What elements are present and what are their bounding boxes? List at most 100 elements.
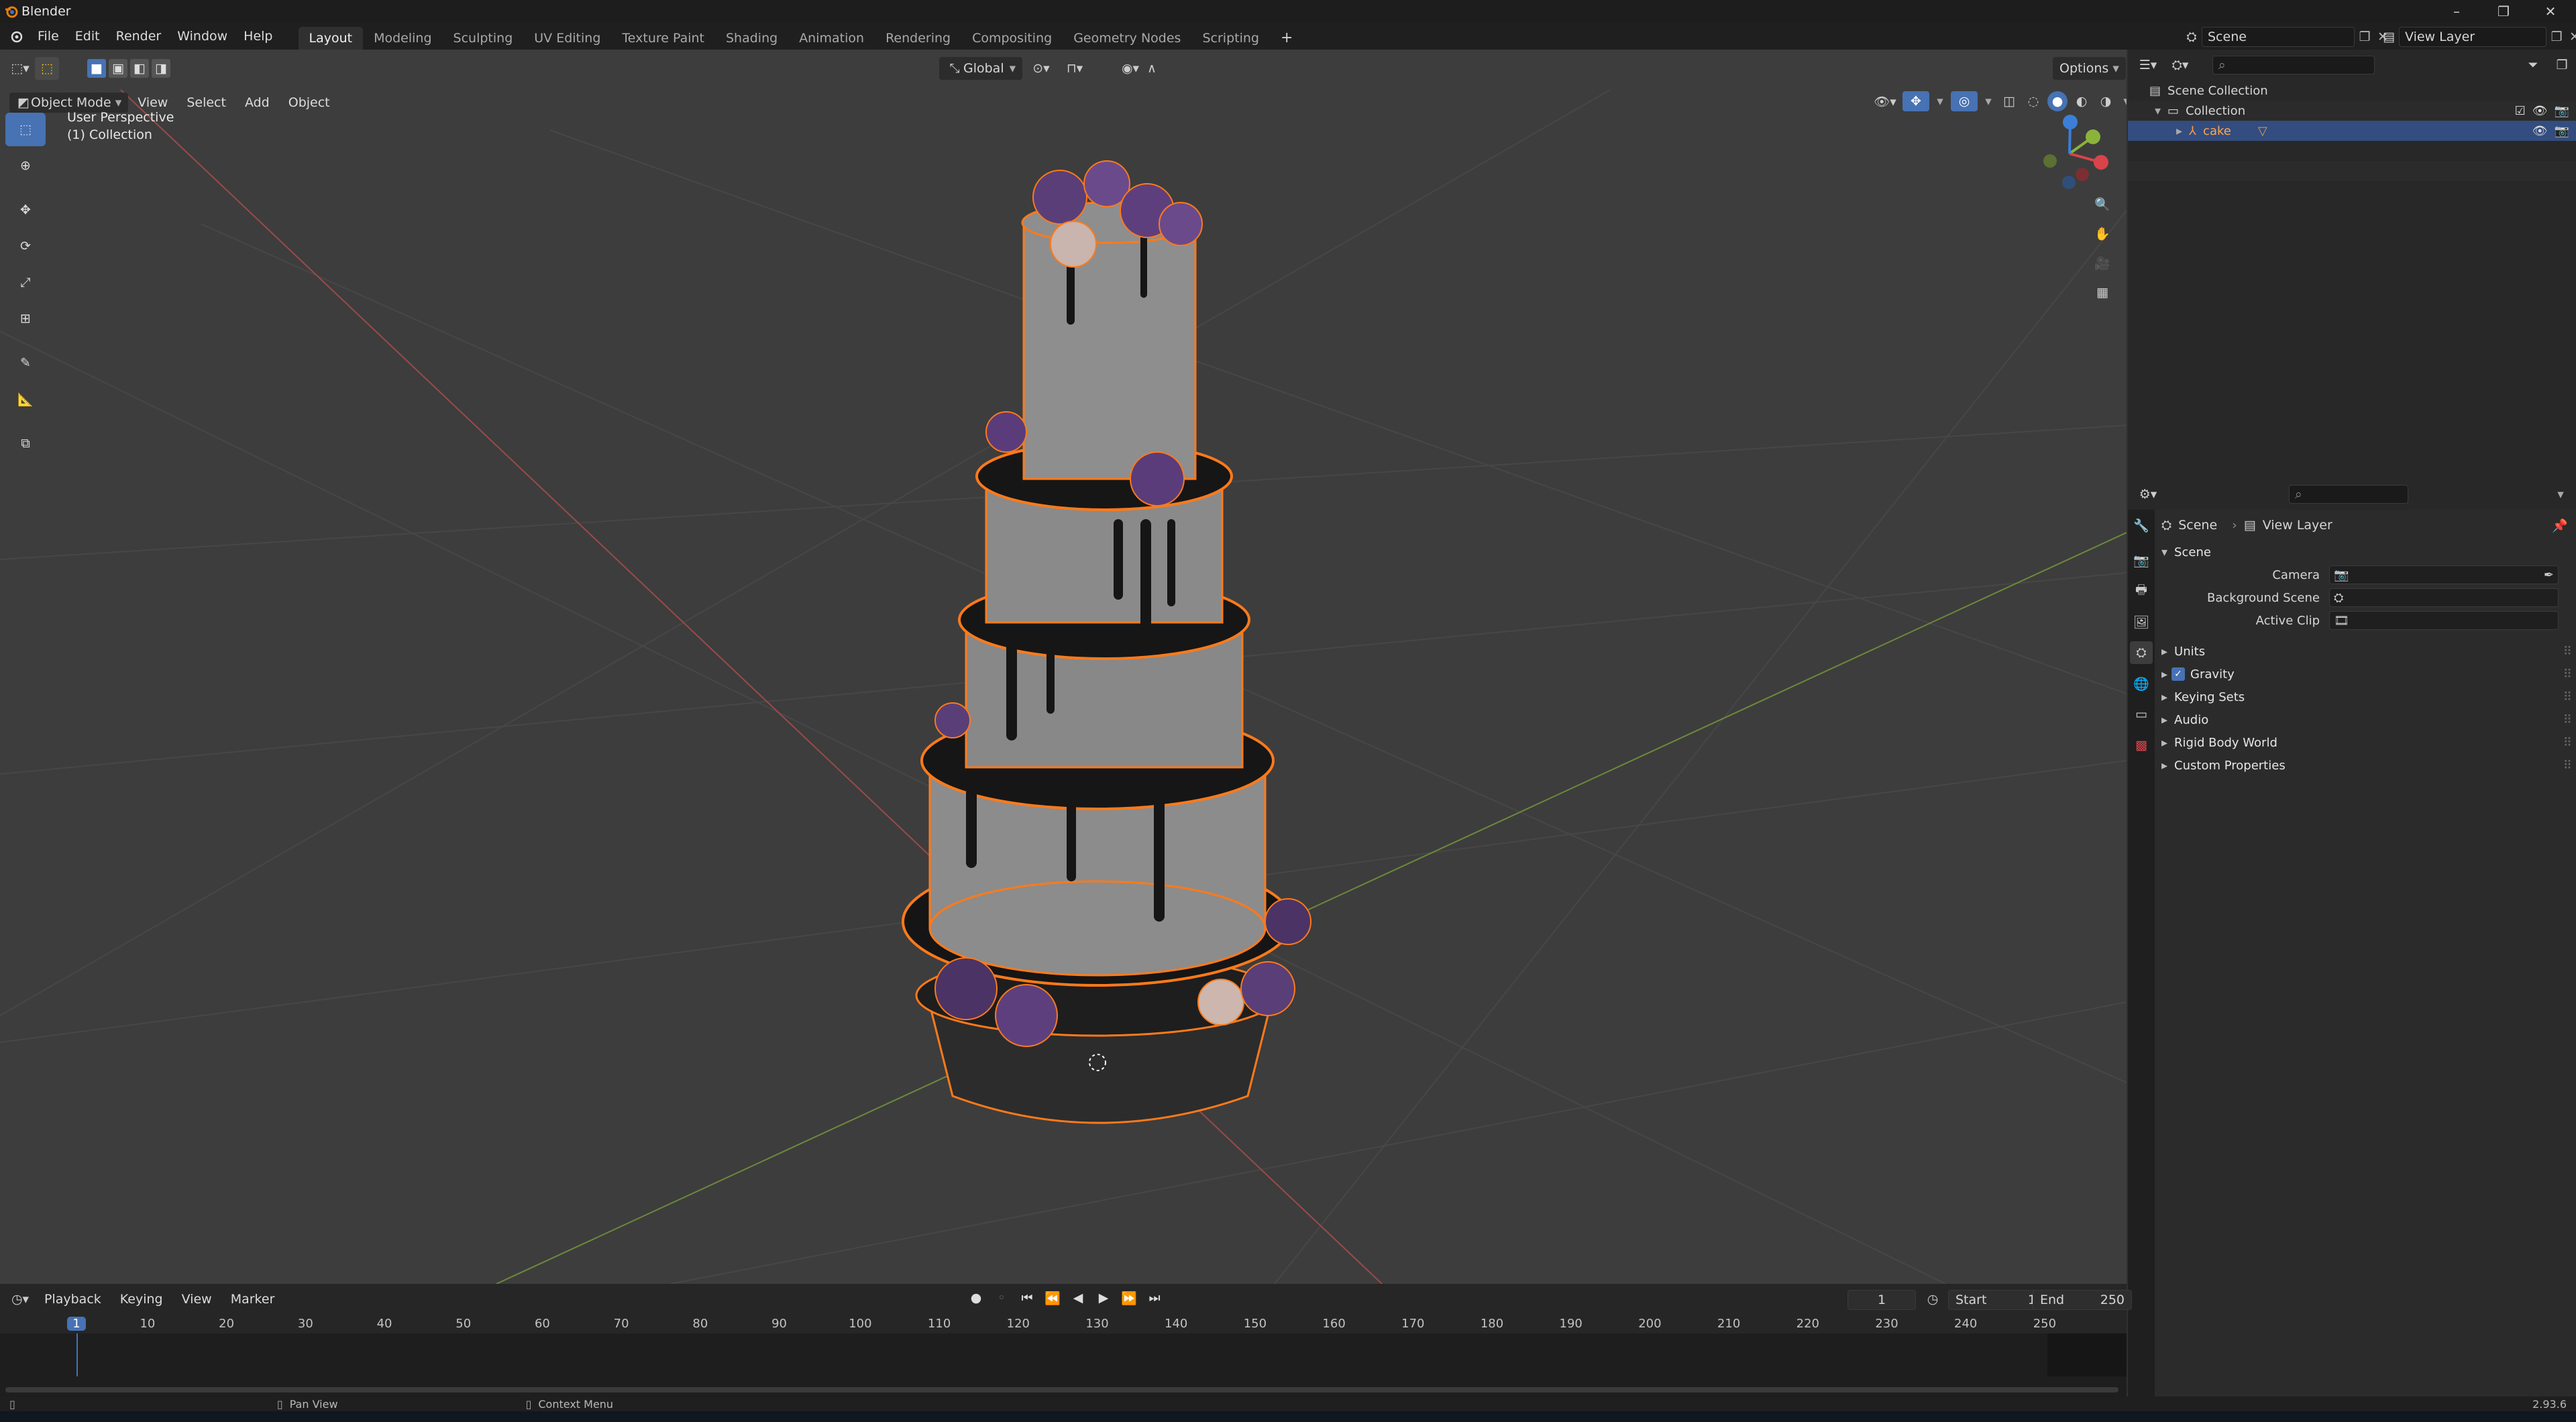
- proportional-edit-icon[interactable]: ◉▾: [1119, 57, 1142, 80]
- tab-compositing[interactable]: Compositing: [961, 27, 1063, 50]
- timeline-editor-type-icon[interactable]: ◷▾: [5, 1288, 35, 1311]
- outliner-row-cake[interactable]: ▸ ⅄ cake ▽ 👁 📷: [2128, 121, 2576, 141]
- eyedropper-icon[interactable]: ✒: [2544, 568, 2554, 582]
- collection-checkbox-icon[interactable]: ☑: [2515, 104, 2526, 118]
- menu-help[interactable]: Help: [235, 23, 280, 50]
- next-keyframe-icon[interactable]: ⏩: [1119, 1288, 1139, 1308]
- new-scene-icon[interactable]: ❐: [2355, 28, 2375, 46]
- scene-field[interactable]: Scene: [2202, 27, 2355, 47]
- z-axis-icon[interactable]: [2063, 115, 2078, 129]
- panel-units[interactable]: ▸ Units ⠿: [2159, 640, 2572, 663]
- tab-texture-paint[interactable]: Texture Paint: [611, 27, 715, 50]
- measure-tool-icon[interactable]: 📐: [5, 382, 46, 416]
- visibility-icon[interactable]: 👁▾: [1872, 91, 1898, 111]
- filter-icon[interactable]: ⏷: [2520, 55, 2546, 75]
- select-new-icon[interactable]: ■: [87, 59, 106, 78]
- new-collection-icon[interactable]: ❐: [2552, 55, 2572, 75]
- play-reverse-icon[interactable]: ◀: [1068, 1288, 1088, 1308]
- camera-icon[interactable]: 📷: [2555, 104, 2569, 118]
- prev-keyframe-icon[interactable]: ⏪: [1042, 1288, 1063, 1308]
- jump-end-icon[interactable]: ⏭: [1144, 1288, 1165, 1308]
- pivot-point-icon[interactable]: ⊙▾: [1026, 57, 1056, 80]
- outliner-editor-type-icon[interactable]: ☰▾: [2135, 55, 2161, 75]
- overlays-toggle-icon[interactable]: ◎: [1951, 91, 1978, 111]
- select-box-icon[interactable]: ⬚: [35, 57, 59, 80]
- timeline-menu-marker[interactable]: Marker: [221, 1288, 284, 1311]
- annotate-tool-icon[interactable]: ✎: [5, 346, 46, 380]
- snap-icon[interactable]: ⊓▾: [1060, 57, 1089, 80]
- timeline-menu-playback[interactable]: Playback: [35, 1288, 111, 1311]
- record-icon[interactable]: ●: [966, 1288, 986, 1308]
- tab-sculpting[interactable]: Sculpting: [443, 27, 524, 50]
- shading-options-icon[interactable]: ▾: [2120, 91, 2127, 111]
- collection-tab-icon[interactable]: ▭: [2130, 703, 2153, 726]
- pan-hand-icon[interactable]: ✋: [2088, 219, 2117, 248]
- select-subtract-icon[interactable]: ◧: [130, 59, 149, 78]
- ortho-grid-icon[interactable]: ▦: [2088, 278, 2117, 307]
- scale-tool-icon[interactable]: ⤢: [5, 266, 46, 299]
- transform-orientation[interactable]: ⤡ Global ▾: [939, 57, 1023, 80]
- output-tab-icon[interactable]: 🖶: [2130, 580, 2153, 602]
- neg-z-axis-icon[interactable]: [2062, 176, 2076, 189]
- rotate-tool-icon[interactable]: ⟳: [5, 229, 46, 263]
- drag-handle-icon[interactable]: ⠿: [2563, 690, 2572, 704]
- navigation-gizmo[interactable]: [2026, 110, 2113, 197]
- delete-view-layer-icon[interactable]: ✕: [2567, 28, 2576, 46]
- y-axis-icon[interactable]: [2086, 129, 2100, 144]
- menu-file[interactable]: File: [30, 23, 67, 50]
- new-view-layer-icon[interactable]: ❐: [2546, 28, 2567, 46]
- cake-object[interactable]: [902, 160, 1311, 1124]
- camera-field[interactable]: 📷 ✒: [2329, 565, 2559, 584]
- expand-down-icon[interactable]: ▾: [2155, 104, 2161, 118]
- gizmo-toggle-icon[interactable]: ✥: [1902, 91, 1929, 111]
- timeline-menu-keying[interactable]: Keying: [111, 1288, 172, 1311]
- drag-handle-icon[interactable]: ⠿: [2563, 645, 2572, 659]
- active-clip-field[interactable]: 🎞: [2329, 611, 2559, 630]
- tab-animation[interactable]: Animation: [788, 27, 875, 50]
- neg-x-axis-icon[interactable]: [2076, 168, 2089, 181]
- timeline-scrollbar[interactable]: [5, 1387, 2118, 1392]
- outliner-row-scene-collection[interactable]: ▤ Scene Collection: [2128, 80, 2576, 101]
- camera-view-icon[interactable]: 🎥: [2088, 248, 2117, 278]
- properties-search-input[interactable]: ⌕: [2289, 485, 2408, 504]
- auto-keying-options-icon[interactable]: ◦: [991, 1288, 1012, 1308]
- panel-keying-sets[interactable]: ▸ Keying Sets ⠿: [2159, 686, 2572, 708]
- panel-custom-properties[interactable]: ▸ Custom Properties ⠿: [2159, 754, 2572, 777]
- add-workspace-icon[interactable]: +: [1270, 27, 1303, 50]
- solid-shading-icon[interactable]: ●: [2047, 91, 2068, 111]
- tab-geometry-nodes[interactable]: Geometry Nodes: [1063, 27, 1191, 50]
- add-cube-tool-icon[interactable]: ⧉: [5, 427, 46, 460]
- display-mode-icon[interactable]: ⛭▾: [2167, 55, 2194, 75]
- pin-icon[interactable]: 📌: [2552, 518, 2568, 533]
- neg-y-axis-icon[interactable]: [2043, 154, 2057, 168]
- drag-handle-icon[interactable]: ⠿: [2563, 736, 2572, 750]
- gravity-checkbox-icon[interactable]: ✓: [2171, 667, 2186, 681]
- start-frame-field[interactable]: Start 1: [1948, 1290, 2043, 1310]
- transform-tool-icon[interactable]: ⊞: [5, 302, 46, 335]
- eye-icon[interactable]: 👁: [2532, 124, 2548, 138]
- view-layer-field[interactable]: View Layer: [2399, 27, 2546, 47]
- material-shading-icon[interactable]: ◐: [2072, 91, 2092, 111]
- eye-icon[interactable]: 👁: [2532, 104, 2548, 118]
- camera-icon[interactable]: 📷: [2555, 124, 2569, 138]
- blender-menu-icon[interactable]: [3, 23, 30, 50]
- wireframe-shading-icon[interactable]: ◌: [2023, 91, 2043, 111]
- panel-rigid-body-world[interactable]: ▸ Rigid Body World ⠿: [2159, 731, 2572, 754]
- panel-gravity[interactable]: ▸ ✓ Gravity ⠿: [2159, 663, 2572, 686]
- menu-window[interactable]: Window: [169, 23, 235, 50]
- x-axis-icon[interactable]: [2094, 155, 2108, 170]
- tab-layout[interactable]: Layout: [298, 27, 364, 50]
- drag-handle-icon[interactable]: ⠿: [2563, 667, 2572, 681]
- timeline-menu-view[interactable]: View: [172, 1288, 221, 1311]
- tab-rendering[interactable]: Rendering: [875, 27, 961, 50]
- preview-range-icon[interactable]: ◷: [1923, 1290, 1943, 1309]
- rendered-shading-icon[interactable]: ◑: [2096, 91, 2116, 111]
- 3d-viewport[interactable]: ⬚▾ ⬚ ■ ▣ ◧ ◨ ⤡ Global ▾ ⊙▾ ⊓▾ ◉▾ ∧ Optio…: [0, 50, 2127, 1284]
- viewport-menu-add[interactable]: Add: [235, 91, 279, 114]
- tab-scripting[interactable]: Scripting: [1191, 27, 1270, 50]
- select-invert-icon[interactable]: ◨: [152, 59, 170, 78]
- expand-right-icon[interactable]: ▸: [2176, 124, 2182, 138]
- tab-uv-editing[interactable]: UV Editing: [523, 27, 611, 50]
- tool-tab-icon[interactable]: 🔧: [2130, 514, 2153, 537]
- texture-tab-icon[interactable]: ▩: [2130, 734, 2153, 757]
